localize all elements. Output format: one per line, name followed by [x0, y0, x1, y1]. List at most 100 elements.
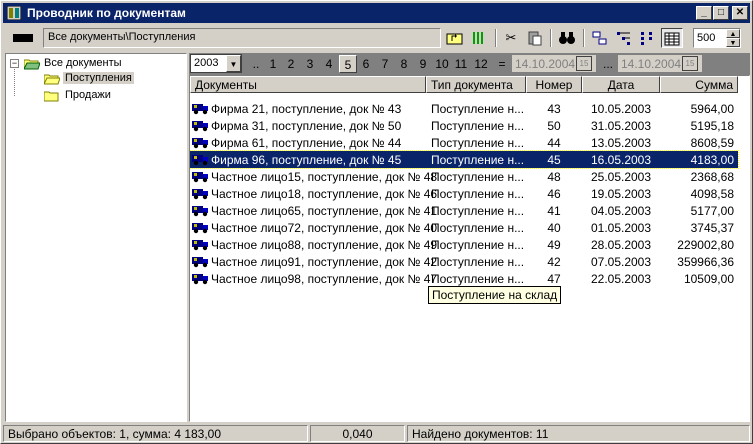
status-value: 0,040	[310, 425, 405, 442]
cell-document: Фирма 31, поступление, док № 50	[211, 119, 402, 133]
page-size-stepper[interactable]: 500 ▲ ▼	[693, 28, 741, 48]
binoculars-icon[interactable]	[556, 28, 578, 48]
table-row[interactable]: Частное лицо18, поступление, док № 46 Пос…	[190, 185, 738, 202]
cell-date: 25.05.2003	[590, 170, 652, 184]
column-header-type[interactable]: Тип документа	[426, 76, 526, 93]
table-row[interactable]: Фирма 96, поступление, док № 45 Поступлен…	[190, 150, 739, 169]
cut-icon[interactable]: ✂	[500, 28, 522, 48]
cell-date: 07.05.2003	[590, 255, 652, 269]
dots-label: ..	[252, 57, 260, 71]
cell-sum: 4098,58	[690, 187, 734, 201]
folder-up-icon[interactable]	[444, 28, 466, 48]
cell-type: Поступление н...	[431, 255, 525, 269]
cell-sum: 229002,80	[677, 238, 734, 252]
paste-icon[interactable]	[524, 28, 546, 48]
cell-document: Частное лицо91, поступление, док № 42	[211, 255, 438, 269]
column-header-date[interactable]: Дата	[582, 76, 660, 93]
month-7[interactable]: 7	[376, 55, 394, 73]
truck-icon	[192, 138, 208, 149]
cell-number: 47	[547, 272, 561, 286]
month-11[interactable]: 11	[452, 55, 470, 73]
cell-type: Поступление н...	[431, 170, 525, 184]
cell-document: Частное лицо18, поступление, док № 46	[211, 187, 438, 201]
cell-number: 45	[547, 153, 561, 167]
month-4[interactable]: 4	[320, 55, 338, 73]
month-6[interactable]: 6	[357, 55, 375, 73]
month-1[interactable]: 1	[264, 55, 282, 73]
main-window: Проводник по документам _ □ ✕ Все докуме…	[0, 0, 753, 444]
cell-sum: 5964,00	[690, 102, 734, 116]
year-select[interactable]: 2003 ▼	[190, 54, 242, 73]
folder-tree: − Все документы Поступления Продажи	[5, 53, 187, 422]
cell-number: 48	[547, 170, 561, 184]
open-folder-icon	[24, 59, 40, 70]
cell-sum: 8608,59	[690, 136, 734, 150]
cell-date: 22.05.2003	[590, 272, 652, 286]
table-row[interactable]: Частное лицо91, поступление, док № 42 Пос…	[190, 253, 738, 270]
calendar-icon[interactable]: 15	[576, 56, 592, 71]
spin-down-icon[interactable]: ▼	[726, 38, 740, 47]
title-bar[interactable]: Проводник по документам _ □ ✕	[3, 3, 750, 23]
month-9[interactable]: 9	[414, 55, 432, 73]
page-size-value: 500	[697, 32, 716, 44]
cell-date: 16.05.2003	[590, 153, 652, 167]
truck-icon	[192, 257, 208, 268]
column-header-number[interactable]: Номер	[526, 76, 582, 93]
cell-type: Поступление н...	[431, 187, 525, 201]
truck-icon	[192, 240, 208, 251]
cell-type: Поступление н...	[431, 136, 525, 150]
cell-number: 49	[547, 238, 561, 252]
table-row[interactable]: Частное лицо15, поступление, док № 48 Пос…	[190, 168, 738, 185]
maximize-button[interactable]: □	[713, 6, 729, 20]
table-row[interactable]: Фирма 61, поступление, док № 44 Поступлен…	[190, 134, 738, 151]
list-view-icon[interactable]	[637, 28, 659, 48]
cell-type: Поступление н...	[431, 272, 525, 286]
table-row[interactable]: Частное лицо88, поступление, док № 49 Пос…	[190, 236, 738, 253]
cell-number: 43	[547, 102, 561, 116]
cell-document: Частное лицо88, поступление, док № 49	[211, 238, 438, 252]
details-view-icon[interactable]	[661, 28, 683, 48]
date-to-field[interactable]: 14.10.2004 15	[617, 54, 703, 73]
month-12[interactable]: 12	[472, 55, 490, 73]
cell-sum: 4183,00	[690, 153, 734, 167]
tree-label: Поступления	[63, 72, 134, 84]
tree-label: Все документы	[44, 57, 122, 69]
column-header-documents[interactable]: Документы	[190, 76, 426, 93]
column-header-sum[interactable]: Сумма	[660, 76, 738, 93]
panel-toggle-icon[interactable]	[13, 34, 33, 42]
chevron-down-icon[interactable]: ▼	[226, 55, 241, 72]
truck-icon	[192, 206, 208, 217]
month-2[interactable]: 2	[282, 55, 300, 73]
minimize-button[interactable]: _	[696, 6, 712, 20]
date-from-field[interactable]: 14.10.2004 15	[511, 54, 597, 73]
table-row[interactable]: Частное лицо72, поступление, док № 40 Пос…	[190, 219, 738, 236]
table-row[interactable]: Частное лицо98, поступление, док № 47 Пос…	[190, 270, 738, 287]
table-row[interactable]: Фирма 21, поступление, док № 43 Поступлен…	[190, 100, 738, 117]
cell-date: 19.05.2003	[590, 187, 652, 201]
truck-icon	[192, 172, 208, 183]
status-selection: Выбрано объектов: 1, сумма: 4 183,00	[3, 425, 308, 442]
cell-type: Поступление н...	[431, 153, 525, 167]
large-icons-view-icon[interactable]	[589, 28, 611, 48]
equals-label: =	[498, 57, 506, 71]
cell-date: 31.05.2003	[590, 119, 652, 133]
small-icons-view-icon[interactable]	[613, 28, 635, 48]
columns-icon[interactable]	[468, 28, 490, 48]
date-from-value: 14.10.2004	[515, 57, 576, 71]
table-row[interactable]: Частное лицо65, поступление, док № 41 Пос…	[190, 202, 738, 219]
cell-sum: 10509,00	[683, 272, 734, 286]
calendar-icon[interactable]: 15	[682, 56, 698, 71]
month-10[interactable]: 10	[433, 55, 451, 73]
date-to-value: 14.10.2004	[621, 57, 682, 71]
month-3[interactable]: 3	[301, 55, 319, 73]
table-row[interactable]: Фирма 31, поступление, док № 50 Поступлен…	[190, 117, 738, 134]
truck-icon	[192, 223, 208, 234]
close-button[interactable]: ✕	[732, 6, 748, 20]
spin-up-icon[interactable]: ▲	[726, 29, 740, 38]
cell-number: 50	[547, 119, 561, 133]
cell-date: 28.05.2003	[590, 238, 652, 252]
year-value: 2003	[194, 57, 219, 69]
month-5[interactable]: 5	[339, 55, 357, 73]
folder-icon	[44, 91, 59, 102]
month-8[interactable]: 8	[395, 55, 413, 73]
